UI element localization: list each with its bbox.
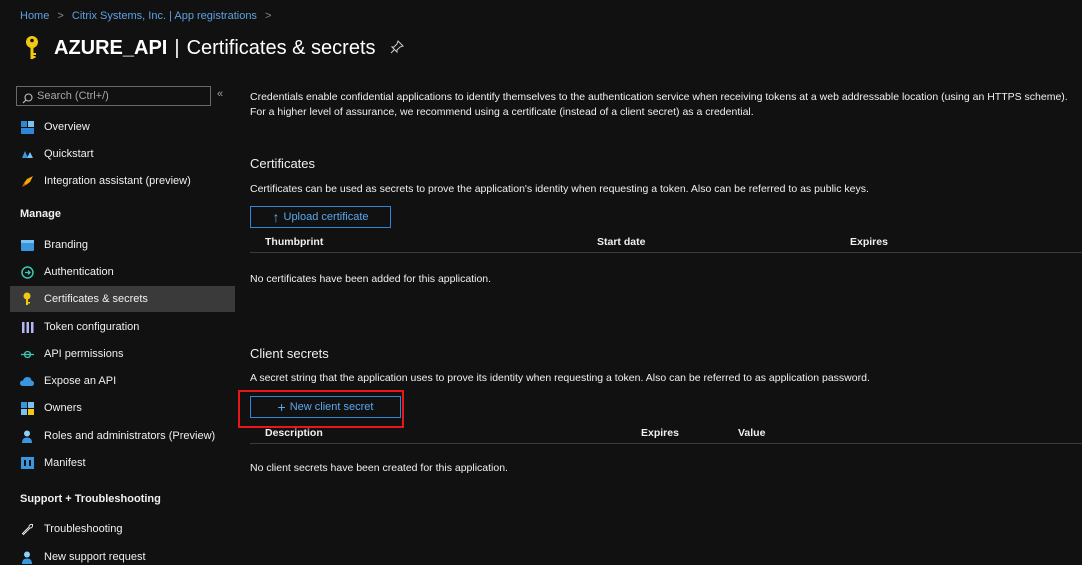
client-secrets-table-divider <box>250 443 1082 444</box>
column-header-thumbprint: Thumbprint <box>265 236 324 248</box>
upload-certificate-label: Upload certificate <box>283 211 369 223</box>
breadcrumb-separator: > <box>57 10 64 22</box>
pin-icon[interactable] <box>390 39 404 57</box>
owners-icon <box>20 401 34 415</box>
sidebar-item-label: Owners <box>44 402 82 414</box>
app-name: AZURE_API <box>54 36 168 59</box>
quickstart-icon <box>20 147 34 161</box>
highlight-annotation-box <box>238 390 404 428</box>
support-section-heading: Support + Troubleshooting <box>20 493 161 505</box>
column-header-expires: Expires <box>641 427 679 439</box>
column-header-start-date: Start date <box>597 236 646 248</box>
search-icon <box>22 91 33 103</box>
sidebar-item-label: Token configuration <box>44 321 140 333</box>
sidebar-item-label: Troubleshooting <box>44 523 123 535</box>
sidebar-item-token-configuration[interactable]: Token configuration <box>10 314 235 340</box>
sidebar-item-label: Certificates & secrets <box>44 293 148 305</box>
sidebar-item-label: Integration assistant (preview) <box>44 175 191 187</box>
sidebar-item-label: Manifest <box>44 457 86 469</box>
breadcrumb-app-registrations-link[interactable]: Citrix Systems, Inc. | App registrations <box>72 10 257 22</box>
rocket-icon <box>20 174 34 188</box>
upload-icon: ↑ <box>272 209 280 225</box>
sidebar-item-roles-administrators[interactable]: Roles and administrators (Preview) <box>10 423 235 449</box>
sidebar-item-label: API permissions <box>44 348 124 360</box>
authentication-icon <box>20 265 34 279</box>
client-secrets-heading: Client secrets <box>250 346 329 361</box>
collapse-sidebar-icon[interactable]: « <box>217 88 223 100</box>
overview-icon <box>20 120 34 134</box>
api-permissions-icon <box>20 347 34 361</box>
sidebar-item-label: New support request <box>44 551 146 563</box>
key-icon <box>20 292 34 306</box>
column-header-expires: Expires <box>850 236 888 248</box>
sidebar-item-label: Branding <box>44 239 89 251</box>
client-secrets-description: A secret string that the application use… <box>250 372 870 384</box>
roles-icon <box>20 429 34 443</box>
breadcrumb: Home > Citrix Systems, Inc. | App regist… <box>20 10 276 22</box>
certificates-table-divider <box>250 252 1082 253</box>
sidebar: « Overview Quickstart Integration assist… <box>10 82 235 565</box>
certificates-description: Certificates can be used as secrets to p… <box>250 183 869 195</box>
sidebar-item-new-support-request[interactable]: New support request <box>10 544 235 565</box>
sidebar-item-label: Authentication <box>44 266 114 278</box>
search-box[interactable] <box>16 86 211 106</box>
sidebar-item-label: Overview <box>44 121 90 133</box>
page-title-row: AZURE_API | Certificates & secrets <box>22 33 404 63</box>
key-icon <box>22 33 42 63</box>
client-secrets-empty-message: No client secrets have been created for … <box>250 462 508 474</box>
manifest-icon <box>20 456 34 470</box>
sidebar-item-authentication[interactable]: Authentication <box>10 259 235 285</box>
search-input[interactable] <box>37 90 197 102</box>
sidebar-item-label: Expose an API <box>44 375 117 387</box>
certificates-empty-message: No certificates have been added for this… <box>250 273 492 285</box>
credentials-intro-text: Credentials enable confidential applicat… <box>250 91 1068 118</box>
sidebar-item-owners[interactable]: Owners <box>10 395 235 421</box>
sidebar-item-certificates-secrets[interactable]: Certificates & secrets <box>10 286 235 312</box>
support-person-icon <box>20 550 34 564</box>
token-icon <box>20 320 34 334</box>
branding-icon <box>20 238 34 252</box>
sidebar-item-quickstart[interactable]: Quickstart <box>10 141 235 167</box>
title-divider: | <box>174 36 180 59</box>
sidebar-item-expose-api[interactable]: Expose an API <box>10 368 235 394</box>
sidebar-item-label: Quickstart <box>44 148 94 160</box>
upload-certificate-button[interactable]: ↑ Upload certificate <box>250 206 391 228</box>
sidebar-item-integration-assistant[interactable]: Integration assistant (preview) <box>10 168 235 194</box>
wrench-icon <box>20 522 34 536</box>
sidebar-item-overview[interactable]: Overview <box>10 114 235 140</box>
sidebar-item-label: Roles and administrators (Preview) <box>44 430 216 442</box>
column-header-value: Value <box>738 427 766 439</box>
page-title: Certificates & secrets <box>186 36 376 59</box>
sidebar-item-troubleshooting[interactable]: Troubleshooting <box>10 516 235 542</box>
sidebar-item-api-permissions[interactable]: API permissions <box>10 341 235 367</box>
sidebar-item-manifest[interactable]: Manifest <box>10 450 235 476</box>
main-content: Credentials enable confidential applicat… <box>250 82 1082 565</box>
breadcrumb-home-link[interactable]: Home <box>20 10 49 22</box>
sidebar-item-branding[interactable]: Branding <box>10 232 235 258</box>
breadcrumb-separator: > <box>265 10 272 22</box>
manage-section-heading: Manage <box>20 208 61 220</box>
column-header-description: Description <box>265 427 323 439</box>
certificates-heading: Certificates <box>250 156 316 171</box>
cloud-icon <box>20 374 34 388</box>
